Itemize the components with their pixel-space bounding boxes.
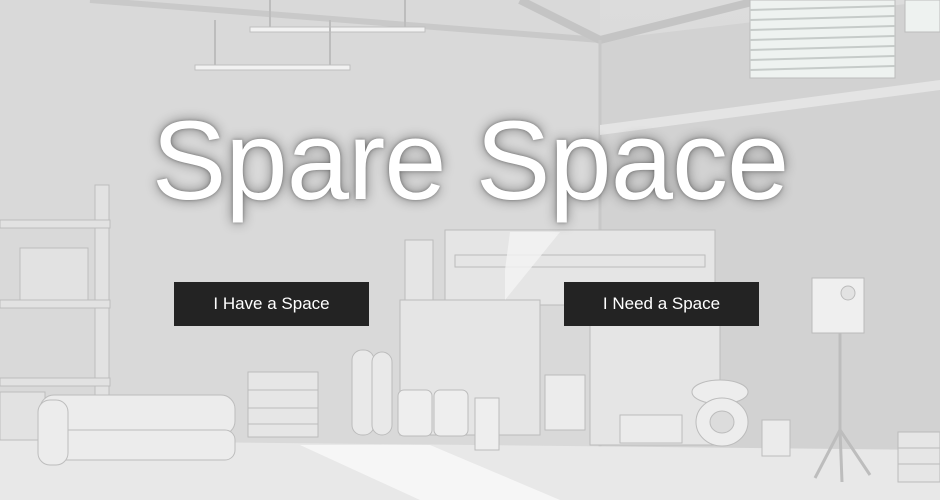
page-title: Spare Space [151, 98, 790, 223]
hero-section: Spare Space I Have a Space I Need a Spac… [0, 0, 940, 500]
have-space-button[interactable]: I Have a Space [174, 282, 369, 326]
need-space-button[interactable]: I Need a Space [564, 282, 759, 326]
warehouse-background-image [0, 0, 940, 500]
